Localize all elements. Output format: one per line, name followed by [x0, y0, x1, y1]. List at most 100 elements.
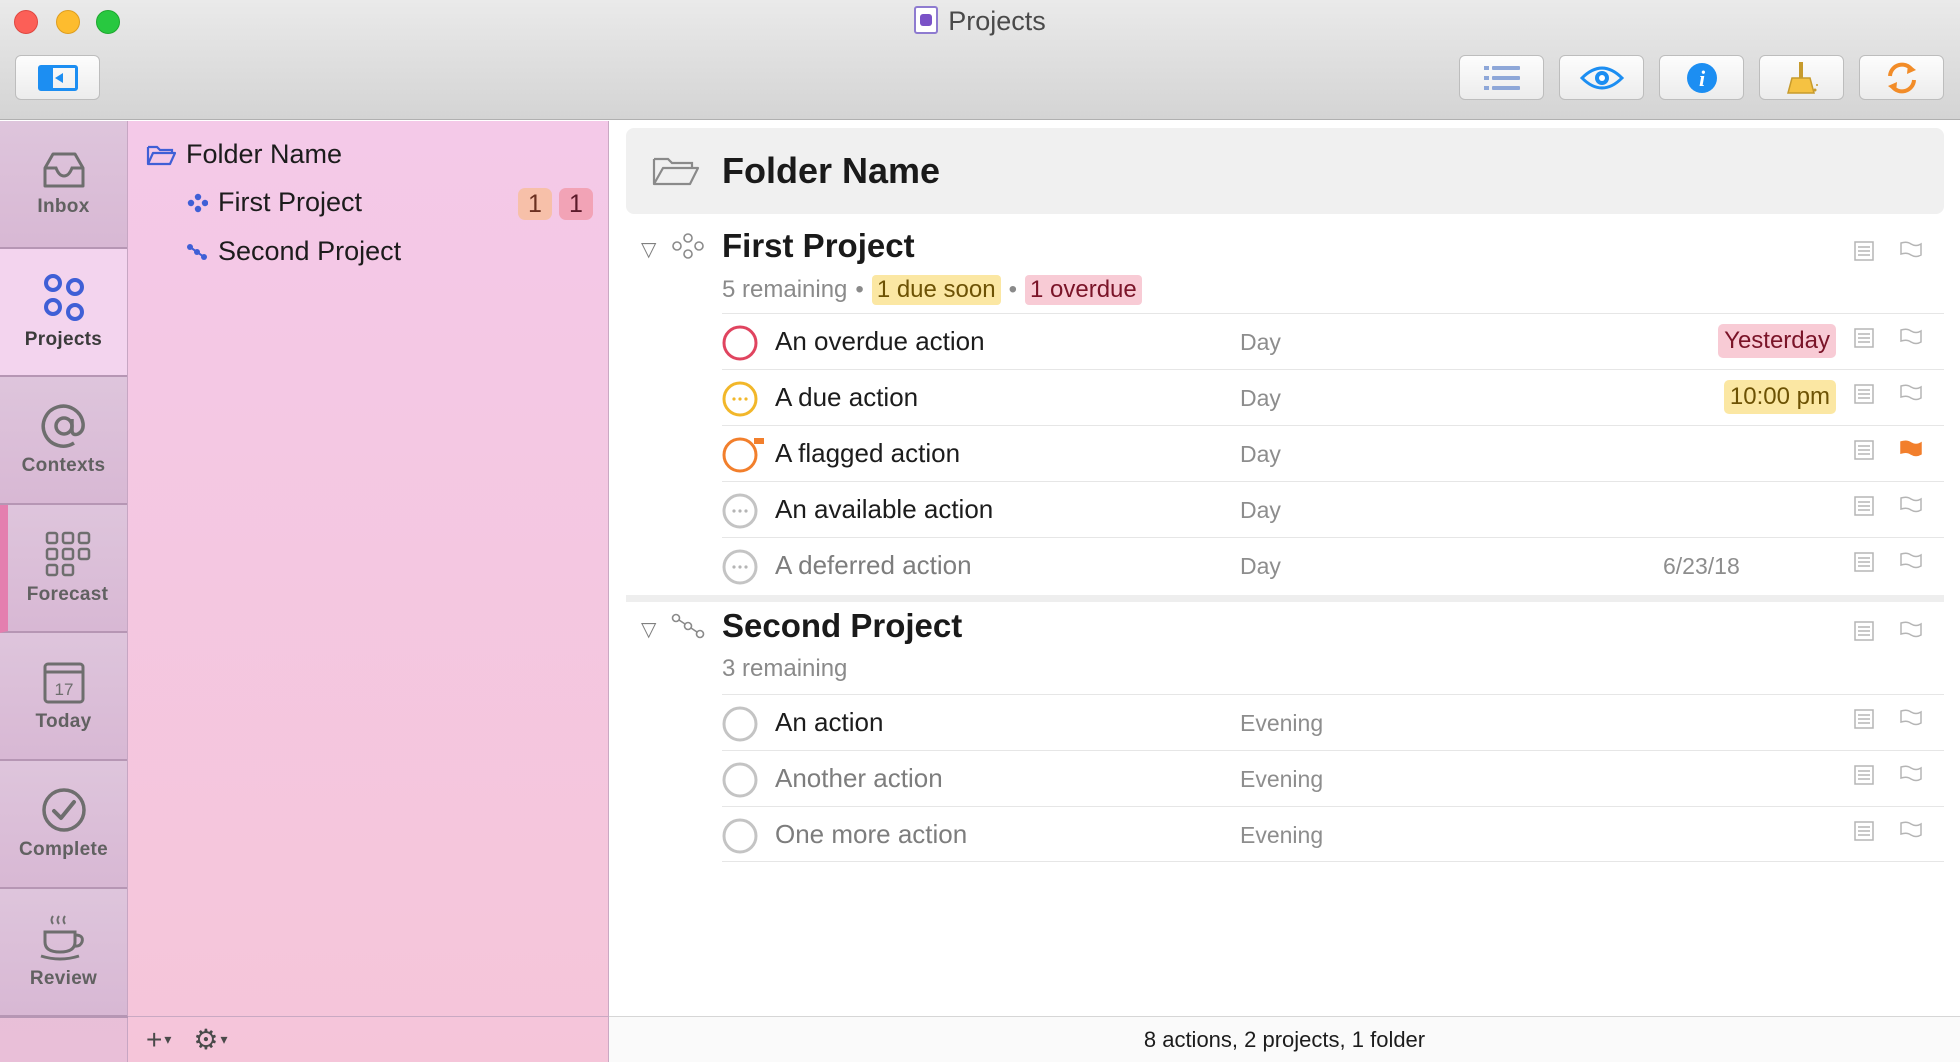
- overdue-count-badge: 1: [559, 188, 593, 220]
- action-title[interactable]: An action: [775, 707, 883, 738]
- note-icon[interactable]: [1854, 328, 1874, 348]
- perspective-label: Projects: [24, 329, 103, 350]
- perspective-complete[interactable]: Complete: [0, 761, 127, 889]
- note-icon[interactable]: [1854, 621, 1874, 641]
- window-titlebar: Projects i: [0, 0, 1960, 120]
- action-row[interactable]: A flagged action Day: [722, 425, 1944, 481]
- flag-icon[interactable]: [1899, 709, 1923, 727]
- note-icon[interactable]: [1854, 709, 1874, 729]
- note-icon[interactable]: [1854, 440, 1874, 460]
- action-context[interactable]: Evening: [1240, 710, 1323, 737]
- plus-icon: +: [146, 1023, 163, 1055]
- due-date-badge[interactable]: 10:00 pm: [1723, 380, 1836, 414]
- action-title[interactable]: Another action: [775, 763, 943, 794]
- inspector-button[interactable]: i: [1659, 55, 1744, 100]
- flag-icon[interactable]: [1899, 552, 1923, 570]
- perspective-projects[interactable]: Projects: [0, 249, 127, 377]
- project-separator: [626, 595, 1944, 602]
- perspective-view-button[interactable]: [1559, 55, 1644, 100]
- info-icon: i: [1686, 62, 1717, 93]
- note-icon[interactable]: [1854, 241, 1874, 261]
- flag-icon[interactable]: [1899, 496, 1923, 514]
- flag-icon[interactable]: [1899, 241, 1923, 259]
- perspective-label: Forecast: [26, 584, 109, 605]
- view-options-button[interactable]: [1459, 55, 1544, 100]
- sync-icon: [1887, 62, 1916, 93]
- sidebar-project-second[interactable]: Second Project: [186, 236, 401, 267]
- available-status-circle-icon[interactable]: [722, 493, 758, 529]
- action-row[interactable]: An action Evening: [722, 694, 1944, 750]
- action-row[interactable]: A due action Day 10:00 pm: [722, 369, 1944, 425]
- action-context[interactable]: Day: [1240, 385, 1281, 412]
- perspective-forecast[interactable]: Forecast: [0, 505, 127, 633]
- action-context[interactable]: Day: [1240, 497, 1281, 524]
- perspective-review[interactable]: Review: [0, 889, 127, 1017]
- perspective-today[interactable]: 17 Today: [0, 633, 127, 761]
- clean-up-button[interactable]: [1759, 55, 1844, 100]
- perspective-bar: Inbox Projects Contexts Forecast 17 Toda…: [0, 121, 128, 1062]
- action-context[interactable]: Day: [1240, 553, 1281, 580]
- folder-header: Folder Name: [626, 128, 1944, 214]
- project-name[interactable]: First Project: [722, 227, 915, 265]
- action-context[interactable]: Day: [1240, 441, 1281, 468]
- action-row[interactable]: Another action Evening: [722, 750, 1944, 806]
- sync-button[interactable]: [1859, 55, 1944, 100]
- sidebar-folder[interactable]: Folder Name: [146, 139, 342, 170]
- due-soon-status-circle-icon[interactable]: [722, 381, 758, 417]
- action-context[interactable]: Day: [1240, 329, 1281, 356]
- sidebar-toggle-button[interactable]: [15, 55, 100, 100]
- disclosure-triangle-icon[interactable]: ▽: [641, 237, 656, 262]
- flag-filled-icon[interactable]: [1899, 440, 1923, 458]
- calendar-day-text: 17: [54, 680, 73, 699]
- action-title[interactable]: An overdue action: [775, 326, 985, 357]
- defer-date[interactable]: 6/23/18: [1663, 553, 1740, 580]
- due-soon-count-badge: 1: [518, 188, 552, 220]
- action-context[interactable]: Evening: [1240, 822, 1323, 849]
- action-row[interactable]: An available action Day: [722, 481, 1944, 537]
- blocked-status-circle-icon[interactable]: [722, 818, 758, 854]
- action-context[interactable]: Evening: [1240, 766, 1323, 793]
- perspective-label: Contexts: [21, 455, 106, 476]
- flag-icon[interactable]: [1899, 384, 1923, 402]
- window-title: Projects: [0, 6, 1960, 37]
- due-date-badge[interactable]: Yesterday: [1718, 324, 1836, 358]
- inbox-icon: [43, 152, 84, 188]
- project-row[interactable]: ▽ First Project 5 remaining • 1 due soon…: [609, 227, 1960, 307]
- note-icon[interactable]: [1854, 765, 1874, 785]
- sidebar-project-first[interactable]: First Project: [186, 187, 362, 218]
- action-row[interactable]: One more action Evening: [722, 806, 1944, 862]
- flag-icon[interactable]: [1899, 328, 1923, 346]
- settings-button[interactable]: ⚙ ▾: [193, 1023, 227, 1056]
- action-title[interactable]: An available action: [775, 494, 993, 525]
- action-title[interactable]: One more action: [775, 819, 967, 850]
- note-icon[interactable]: [1854, 384, 1874, 404]
- action-title[interactable]: A flagged action: [775, 438, 960, 469]
- sequential-project-icon: [671, 613, 705, 639]
- flag-icon[interactable]: [1899, 765, 1923, 783]
- projects-icon: [43, 274, 84, 321]
- separator-dot: •: [1008, 276, 1017, 303]
- open-folder-icon: [652, 157, 700, 186]
- deferred-status-circle-icon[interactable]: [722, 549, 758, 585]
- perspective-inbox[interactable]: Inbox: [0, 121, 127, 249]
- action-row[interactable]: An overdue action Day Yesterday: [722, 313, 1944, 369]
- action-title[interactable]: A due action: [775, 382, 918, 413]
- note-icon[interactable]: [1854, 552, 1874, 572]
- overdue-status-circle-icon[interactable]: [722, 325, 758, 361]
- note-icon[interactable]: [1854, 821, 1874, 841]
- project-row[interactable]: ▽ Second Project 3 remaining: [609, 607, 1960, 687]
- flag-icon[interactable]: [1899, 821, 1923, 839]
- project-name[interactable]: Second Project: [722, 607, 962, 645]
- blocked-status-circle-icon[interactable]: [722, 762, 758, 798]
- list-view-icon: [1483, 65, 1520, 90]
- note-icon[interactable]: [1854, 496, 1874, 516]
- disclosure-triangle-icon[interactable]: ▽: [641, 617, 656, 642]
- available-status-circle-icon[interactable]: [722, 706, 758, 742]
- action-row[interactable]: A deferred action Day 6/23/18: [722, 537, 1944, 593]
- sidebar: Folder Name First Project 1 1 Second Pro…: [128, 121, 609, 1062]
- action-title[interactable]: A deferred action: [775, 550, 972, 581]
- flag-icon[interactable]: [1899, 621, 1923, 639]
- flagged-status-circle-icon[interactable]: [722, 437, 766, 473]
- add-item-button[interactable]: + ▾: [146, 1024, 171, 1056]
- perspective-contexts[interactable]: Contexts: [0, 377, 127, 505]
